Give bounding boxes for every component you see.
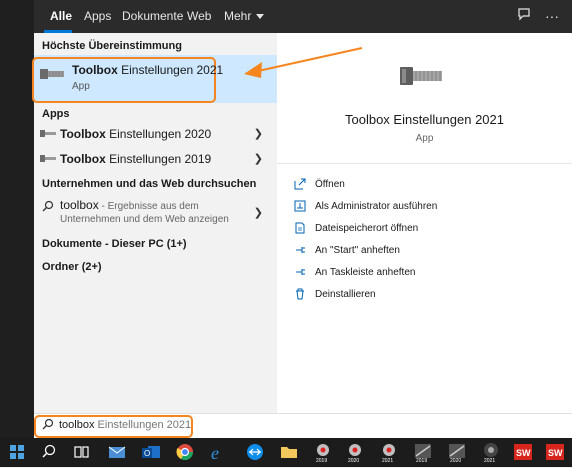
start-menu-left-strip bbox=[0, 0, 34, 438]
best-match-title: Toolbox Einstellungen 2021 bbox=[72, 63, 223, 77]
open-icon bbox=[293, 178, 307, 192]
web-header: Unternehmen und das Web durchsuchen bbox=[42, 178, 257, 190]
action-open-file-location[interactable]: Dateispeicherort öffnen bbox=[293, 220, 563, 240]
best-match-title-rest: Einstellungen 2021 bbox=[117, 63, 224, 77]
tab-web[interactable]: Web bbox=[187, 0, 211, 33]
badge-2019: 2019 bbox=[316, 458, 327, 463]
tab-documents[interactable]: Dokumente bbox=[122, 0, 183, 33]
preview-title: Toolbox Einstellungen 2021 bbox=[344, 112, 504, 127]
solidworks-2019-icon[interactable]: 2019 bbox=[312, 441, 334, 464]
best-match-subtitle: App bbox=[72, 81, 90, 92]
web-search-item[interactable]: toolbox - Ergebnisse aus dem Unternehmen… bbox=[34, 195, 277, 229]
trash-icon bbox=[293, 288, 307, 302]
bolt-icon bbox=[40, 155, 56, 162]
tab-all[interactable]: Alle bbox=[50, 0, 72, 33]
web-query: toolbox - Ergebnisse aus dem bbox=[60, 198, 199, 212]
web-query-text: toolbox bbox=[60, 198, 99, 212]
solidworks-2020-icon[interactable]: 2020 bbox=[344, 441, 366, 464]
preview-subtitle: App bbox=[415, 133, 434, 144]
app-label-rest: Einstellungen 2019 bbox=[105, 152, 212, 166]
app-label-rest: Einstellungen 2020 bbox=[105, 127, 212, 141]
svg-text:e: e bbox=[211, 443, 219, 463]
best-match-title-bold: Toolbox bbox=[72, 63, 118, 77]
teamviewer-icon[interactable] bbox=[244, 441, 266, 463]
svg-text:SW: SW bbox=[516, 448, 531, 458]
chevron-down-icon bbox=[256, 14, 265, 20]
list-item-app-2020[interactable]: Toolbox Einstellungen 2020 ❯ bbox=[34, 122, 277, 146]
svg-text:O: O bbox=[144, 449, 150, 458]
web-query-suffix: - Ergebnisse aus dem bbox=[98, 201, 199, 212]
search-tabs: Alle Apps Dokumente Web Mehr ··· bbox=[34, 0, 572, 33]
search-input[interactable]: toolbox Einstellungen 2021 bbox=[59, 419, 191, 431]
app-label: Toolbox Einstellungen 2020 bbox=[60, 127, 211, 141]
svg-text:SW: SW bbox=[548, 448, 563, 458]
bolt-icon bbox=[40, 69, 64, 79]
action-run-as-admin[interactable]: Als Administrator ausführen bbox=[293, 198, 563, 218]
search-panel: Alle Apps Dokumente Web Mehr ··· Höchste… bbox=[32, 0, 572, 438]
taskbar-search-icon[interactable] bbox=[38, 441, 60, 463]
windows-start-icon[interactable] bbox=[10, 445, 25, 460]
chevron-right-icon[interactable]: ❯ bbox=[254, 152, 263, 165]
best-match-header: Höchste Übereinstimmung bbox=[42, 40, 182, 52]
action-label: Öffnen bbox=[315, 179, 345, 190]
task-view-icon[interactable] bbox=[70, 441, 92, 463]
chevron-right-icon[interactable]: ❯ bbox=[254, 127, 263, 140]
search-icon bbox=[42, 418, 54, 430]
app-2020-icon[interactable]: 2020 bbox=[446, 441, 468, 464]
preview-divider bbox=[277, 163, 572, 164]
chevron-right-icon[interactable]: ❯ bbox=[254, 206, 263, 219]
app-2021-icon[interactable]: 2021 bbox=[480, 441, 502, 464]
action-label: Deinstallieren bbox=[315, 289, 376, 300]
tab-more[interactable]: Mehr bbox=[224, 0, 265, 33]
folders-header[interactable]: Ordner (2+) bbox=[42, 261, 102, 273]
search-bar[interactable]: toolbox Einstellungen 2021 bbox=[34, 413, 572, 439]
chrome-icon[interactable] bbox=[174, 441, 196, 463]
action-label: An Taskleiste anheften bbox=[315, 267, 416, 278]
tab-more-label: Mehr bbox=[224, 9, 252, 23]
action-label: Als Administrator ausführen bbox=[315, 201, 438, 212]
action-uninstall[interactable]: Deinstallieren bbox=[293, 286, 563, 306]
taskbar: O e 2019 2020 2021 2019 2020 2021 SW SW bbox=[0, 438, 572, 467]
bolt-large-icon bbox=[400, 67, 442, 85]
edge-icon[interactable]: e bbox=[208, 441, 230, 463]
list-item-app-2019[interactable]: Toolbox Einstellungen 2019 ❯ bbox=[34, 147, 277, 171]
bolt-icon bbox=[40, 130, 56, 137]
action-pin-start[interactable]: An "Start" anheften bbox=[293, 242, 563, 262]
svg-text:2021: 2021 bbox=[382, 458, 393, 463]
svg-text:2020: 2020 bbox=[450, 458, 461, 463]
solidworks-2-icon[interactable]: SW bbox=[544, 441, 566, 463]
search-typed-text: toolbox bbox=[59, 419, 95, 431]
tab-apps[interactable]: Apps bbox=[84, 0, 111, 33]
best-match-item[interactable]: Toolbox Einstellungen 2021 App bbox=[32, 55, 277, 103]
solidworks-icon[interactable]: SW bbox=[512, 441, 534, 463]
search-autocomplete-hint: Einstellungen 2021 bbox=[94, 419, 192, 431]
documents-header[interactable]: Dokumente - Dieser PC (1+) bbox=[42, 238, 187, 250]
outlook-icon[interactable]: O bbox=[140, 441, 162, 463]
shield-admin-icon bbox=[293, 200, 307, 214]
explorer-folder-icon[interactable] bbox=[278, 441, 300, 463]
solidworks-2021-icon[interactable]: 2021 bbox=[378, 441, 400, 464]
app-label-bold: Toolbox bbox=[60, 152, 106, 166]
file-location-icon bbox=[293, 222, 307, 236]
search-icon bbox=[42, 200, 54, 212]
svg-text:2020: 2020 bbox=[348, 458, 359, 463]
results-list: Höchste Übereinstimmung Toolbox Einstell… bbox=[32, 33, 277, 438]
apps-header: Apps bbox=[42, 108, 70, 120]
action-open[interactable]: Öffnen bbox=[293, 176, 563, 196]
action-pin-taskbar[interactable]: An Taskleiste anheften bbox=[293, 264, 563, 284]
action-label: Dateispeicherort öffnen bbox=[315, 223, 419, 234]
action-label: An "Start" anheften bbox=[315, 245, 400, 256]
svg-text:2021: 2021 bbox=[484, 458, 495, 463]
app-2019-icon[interactable]: 2019 bbox=[412, 441, 434, 464]
feedback-icon[interactable] bbox=[514, 6, 534, 26]
app-label: Toolbox Einstellungen 2019 bbox=[60, 152, 211, 166]
web-query-line2: Unternehmen und dem Web anzeigen bbox=[60, 214, 229, 225]
app-label-bold: Toolbox bbox=[60, 127, 106, 141]
svg-text:2019: 2019 bbox=[416, 458, 427, 463]
pin-taskbar-icon bbox=[293, 266, 307, 280]
ellipsis-icon[interactable]: ··· bbox=[542, 6, 562, 26]
pin-start-icon bbox=[293, 244, 307, 258]
preview-pane: Toolbox Einstellungen 2021 App Öffnen Al… bbox=[277, 33, 572, 438]
mail-icon[interactable] bbox=[106, 441, 128, 463]
